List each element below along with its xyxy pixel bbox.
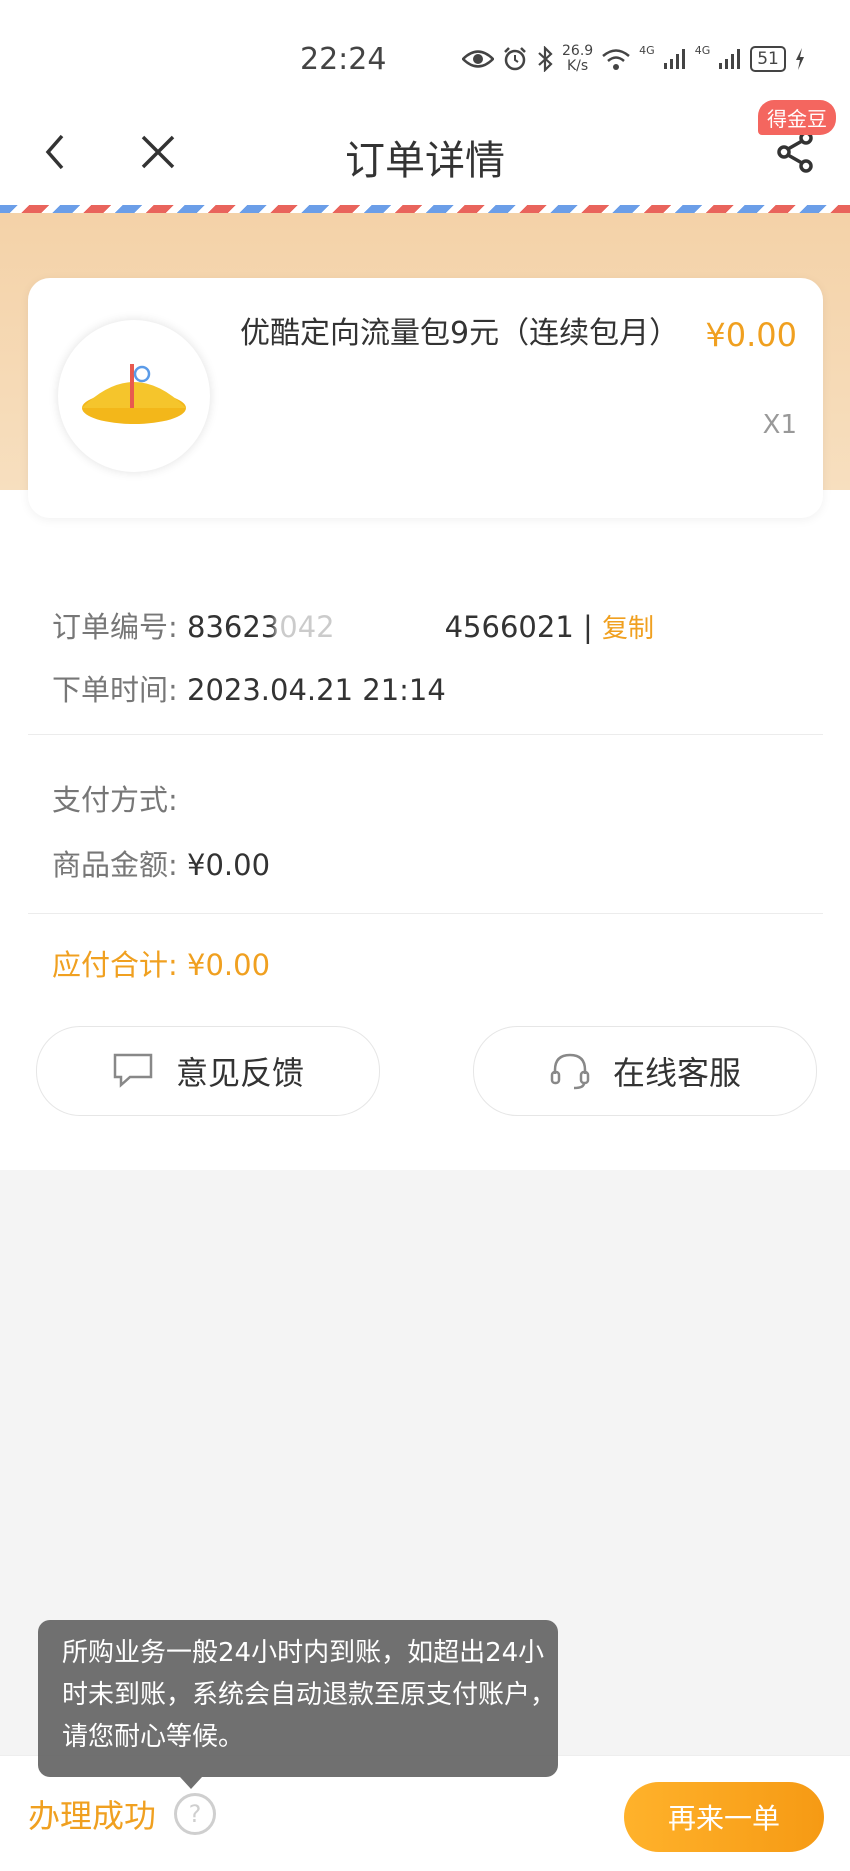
separator: | [582,610,593,644]
status-icons: 26.9 K/s 4G 4G 51 [462,44,806,74]
total-label: 应付合计: [52,948,178,982]
bluetooth-icon [538,46,553,72]
payment-method-row: 支付方式: [52,777,178,819]
alarm-icon [504,47,526,71]
feedback-label: 意见反馈 [175,1054,304,1092]
order-time-label: 下单时间: [52,673,178,707]
goods-amount-label: 商品金额: [52,848,178,882]
status-time: 22:24 [300,42,387,77]
product-card: 优酷定向流量包9元（连续包月） ¥0.00 X1 [28,278,823,518]
tooltip: 所购业务一般24小时内到账，如超出24小时未到账，系统会自动退款至原支付账户，请… [38,1620,558,1777]
network-type-1: 4G [639,44,655,57]
help-icon[interactable]: ? [174,1793,216,1835]
gold-bean-badge[interactable]: 得金豆 [758,100,836,135]
total-row: 应付合计: ¥0.00 [52,942,270,984]
redaction-blur [275,606,435,650]
signal-icon [663,49,685,69]
order-number-tail: 4566021 [444,610,574,644]
order-time-row: 下单时间: 2023.04.21 21:14 [52,667,446,709]
order-number: 83623042 4566021 [187,606,574,650]
goods-amount-value: ¥0.00 [187,848,271,882]
nav-bar: 订单详情 得金豆 [0,100,850,205]
airmail-stripe [0,205,850,213]
headset-icon [550,1053,590,1090]
product-quantity: X1 [762,410,797,440]
chat-bubble-icon [113,1053,153,1088]
product-name: 优酷定向流量包9元（连续包月） [240,316,680,351]
feedback-button[interactable]: 意见反馈 [36,1026,380,1116]
online-service-button[interactable]: 在线客服 [473,1026,817,1116]
divider [28,734,823,735]
status-bar: 22:24 26.9 K/s 4G 4G 51 [0,0,850,100]
online-service-label: 在线客服 [612,1054,741,1092]
share-icon [777,131,813,173]
speed-value: 26.9 [562,43,594,59]
success-status: 办理成功 [28,1797,157,1835]
network-type-2: 4G [694,44,711,57]
charging-icon [795,48,804,70]
page-title: 订单详情 [345,138,505,184]
tooltip-arrow [180,1777,202,1789]
payment-method-label: 支付方式: [52,783,178,817]
order-time-value: 2023.04.21 21:14 [187,673,446,707]
divider [28,913,823,914]
network-speed: 26.9 K/s [562,44,593,74]
eye-icon [462,50,494,68]
speed-unit: K/s [566,58,589,74]
product-thumbnail [58,320,210,472]
product-image [82,364,186,424]
battery-icon: 51 [750,46,786,72]
total-value: ¥0.00 [187,948,271,982]
copy-button[interactable]: 复制 [602,614,654,644]
reorder-button[interactable]: 再来一单 [624,1782,824,1852]
order-number-label: 订单编号: [52,610,178,644]
order-number-row: 订单编号: 83623042 4566021 | 复制 [52,604,654,650]
signal-icon [719,49,741,69]
goods-amount-row: 商品金额: ¥0.00 [52,842,270,884]
product-price: ¥0.00 [705,316,797,354]
wifi-icon [602,49,630,70]
